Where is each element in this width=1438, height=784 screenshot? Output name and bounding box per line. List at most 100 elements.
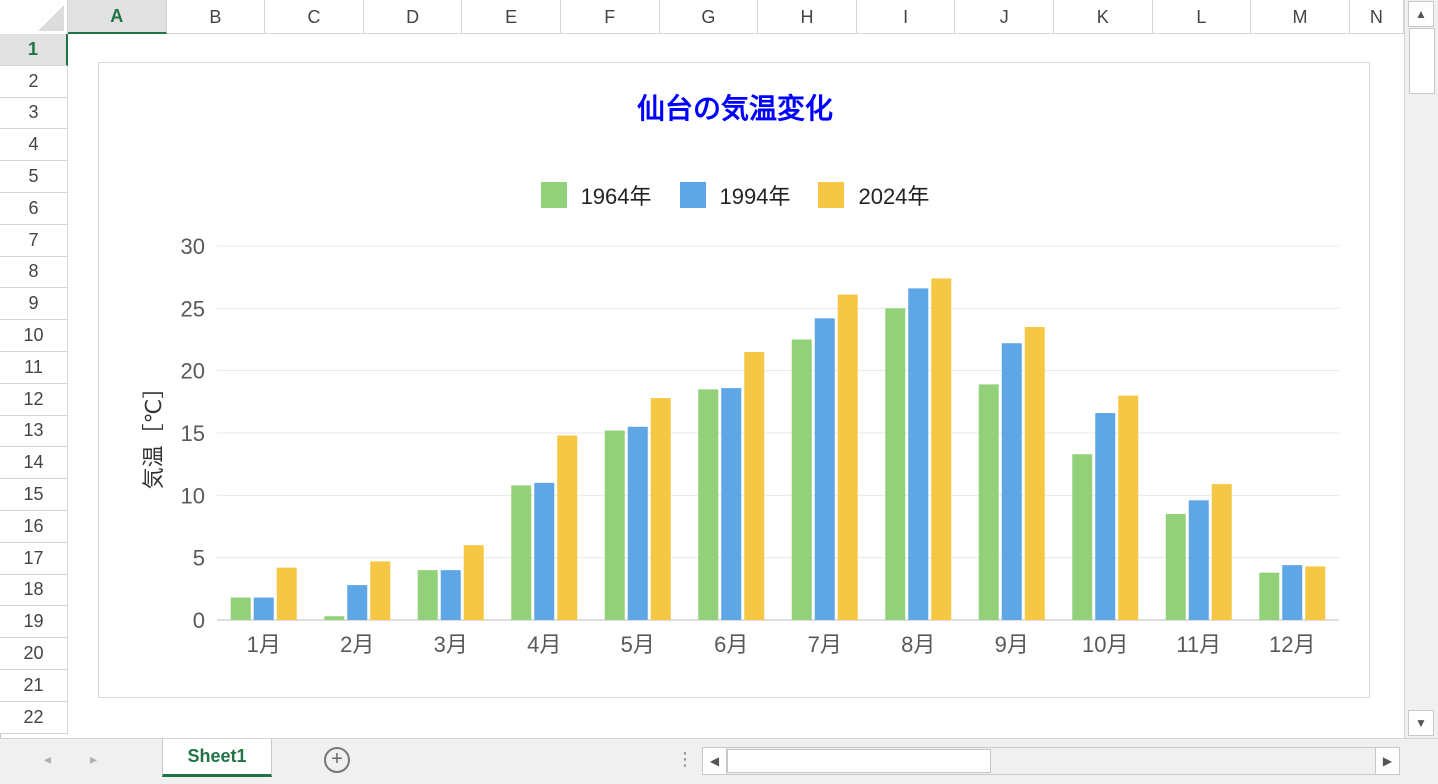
row-header-4[interactable]: 4	[0, 129, 68, 162]
row-header-7[interactable]: 7	[0, 224, 68, 257]
bar-1964年-10月[interactable]	[1072, 454, 1093, 620]
split-handle-icon[interactable]: ⋮	[676, 749, 694, 770]
chart-plot[interactable]: 0 5 10 15 20 25 30 気温［℃］ 1月 2月 3月 4月 5月 6月 7月 8月 9月 10月 11…	[99, 63, 1371, 699]
bar-1964年-5月[interactable]	[604, 430, 625, 620]
y-axis-title[interactable]: 気温［℃］	[141, 377, 166, 490]
column-header-m[interactable]: M	[1251, 0, 1350, 34]
vertical-scrollbar[interactable]: ▲ ▼	[1404, 0, 1438, 738]
add-sheet-icon[interactable]: +	[324, 747, 350, 773]
row-header-16[interactable]: 16	[0, 511, 68, 543]
column-header-d[interactable]: D	[364, 0, 463, 34]
column-header-h[interactable]: H	[758, 0, 857, 34]
x-tick-label: 5月	[621, 632, 655, 657]
row-header-14[interactable]: 14	[0, 447, 68, 480]
bar-1994年-1月[interactable]	[253, 597, 274, 620]
x-tick-label: 2月	[340, 632, 374, 657]
x-tick-label: 7月	[808, 632, 842, 657]
bar-2024年-3月[interactable]	[463, 545, 484, 620]
select-all-corner[interactable]	[0, 0, 68, 34]
bar-1964年-3月[interactable]	[417, 570, 438, 620]
row-header-10[interactable]: 10	[0, 320, 68, 352]
scroll-right-icon[interactable]: ▶	[1375, 748, 1399, 774]
bar-2024年-6月[interactable]	[744, 351, 765, 620]
scroll-up-icon[interactable]: ▲	[1408, 1, 1434, 27]
bar-1994年-7月[interactable]	[814, 318, 835, 620]
y-tick-label: 0	[193, 608, 205, 633]
tab-scroll-left-icon[interactable]: ◂	[44, 751, 51, 768]
row-header-8[interactable]: 8	[0, 256, 68, 289]
y-tick-label: 25	[181, 296, 205, 321]
row-header-22[interactable]: 22	[0, 701, 68, 734]
horizontal-scroll-thumb[interactable]	[727, 749, 991, 773]
row-header-15[interactable]: 15	[0, 479, 68, 511]
x-tick-label: 11月	[1176, 632, 1221, 657]
bar-1964年-8月[interactable]	[885, 308, 906, 620]
bar-1964年-12月[interactable]	[1259, 572, 1280, 620]
bar-1994年-2月[interactable]	[347, 585, 368, 620]
bar-1994年-5月[interactable]	[627, 426, 648, 620]
bar-2024年-4月[interactable]	[557, 435, 578, 620]
row-header-19[interactable]: 19	[0, 606, 68, 639]
bar-1994年-10月[interactable]	[1095, 413, 1116, 620]
bar-1964年-7月[interactable]	[791, 339, 812, 621]
row-header-13[interactable]: 13	[0, 415, 68, 448]
scroll-down-icon[interactable]: ▼	[1408, 710, 1434, 736]
bar-1964年-6月[interactable]	[698, 389, 719, 620]
chart-area[interactable]: 仙台の気温変化 1964年 1994年 2024年 0 5 10 15 20 25 30 気温［℃…	[98, 62, 1370, 698]
scroll-left-icon[interactable]: ◀	[703, 748, 727, 774]
column-header-n[interactable]: N	[1350, 0, 1404, 34]
bar-1964年-9月[interactable]	[978, 384, 999, 620]
x-tick-label: 6月	[714, 632, 748, 657]
bar-1964年-1月[interactable]	[230, 597, 251, 620]
bar-1994年-8月[interactable]	[908, 288, 929, 620]
row-header-18[interactable]: 18	[0, 574, 68, 607]
column-header-b[interactable]: B	[167, 0, 266, 34]
bar-2024年-8月[interactable]	[931, 278, 952, 620]
bar-2024年-9月[interactable]	[1024, 327, 1045, 620]
bar-1994年-6月[interactable]	[721, 388, 742, 620]
column-header-e[interactable]: E	[462, 0, 561, 34]
sheet-tab-bar: ◂ ▸ Sheet1 + ⋮ ◀ ▶	[0, 738, 1438, 784]
row-header-11[interactable]: 11	[0, 352, 68, 384]
tab-sheet1[interactable]: Sheet1	[162, 739, 272, 777]
column-header-j[interactable]: J	[955, 0, 1054, 34]
bar-1994年-12月[interactable]	[1282, 565, 1303, 620]
bar-1994年-3月[interactable]	[440, 570, 461, 620]
y-tick-label: 30	[181, 234, 205, 259]
bar-1994年-4月[interactable]	[534, 482, 555, 620]
bar-2024年-1月[interactable]	[276, 567, 297, 620]
column-header-i[interactable]: I	[857, 0, 956, 34]
row-header-2[interactable]: 2	[0, 65, 68, 98]
column-header-l[interactable]: L	[1153, 0, 1252, 34]
bar-1964年-11月[interactable]	[1165, 514, 1186, 620]
row-header-5[interactable]: 5	[0, 161, 68, 193]
tab-scroll-right-icon[interactable]: ▸	[90, 751, 97, 768]
column-header-c[interactable]: C	[265, 0, 364, 34]
bar-1994年-11月[interactable]	[1188, 500, 1209, 620]
horizontal-scrollbar[interactable]: ◀ ▶	[702, 747, 1400, 775]
select-all-triangle-icon[interactable]	[38, 5, 64, 31]
bar-2024年-12月[interactable]	[1305, 566, 1326, 620]
bar-1964年-2月[interactable]	[324, 616, 345, 620]
vertical-scroll-thumb[interactable]	[1409, 28, 1435, 94]
bar-2024年-11月[interactable]	[1211, 484, 1232, 620]
row-header-3[interactable]: 3	[0, 97, 68, 130]
bar-2024年-10月[interactable]	[1118, 395, 1139, 620]
bar-2024年-5月[interactable]	[650, 398, 671, 620]
column-header-a[interactable]: A	[68, 0, 167, 34]
column-header-f[interactable]: F	[561, 0, 660, 34]
x-tick-label: 1月	[247, 632, 281, 657]
row-header-17[interactable]: 17	[0, 542, 68, 575]
row-header-1[interactable]: 1	[0, 34, 68, 66]
bar-1964年-4月[interactable]	[511, 485, 532, 620]
row-header-20[interactable]: 20	[0, 638, 68, 670]
bar-1994年-9月[interactable]	[1001, 343, 1022, 620]
column-header-k[interactable]: K	[1054, 0, 1153, 34]
row-header-9[interactable]: 9	[0, 288, 68, 321]
row-header-6[interactable]: 6	[0, 193, 68, 225]
column-header-g[interactable]: G	[660, 0, 759, 34]
bar-2024年-2月[interactable]	[370, 561, 391, 620]
bar-2024年-7月[interactable]	[837, 294, 858, 620]
row-header-21[interactable]: 21	[0, 670, 68, 702]
row-header-12[interactable]: 12	[0, 383, 68, 416]
